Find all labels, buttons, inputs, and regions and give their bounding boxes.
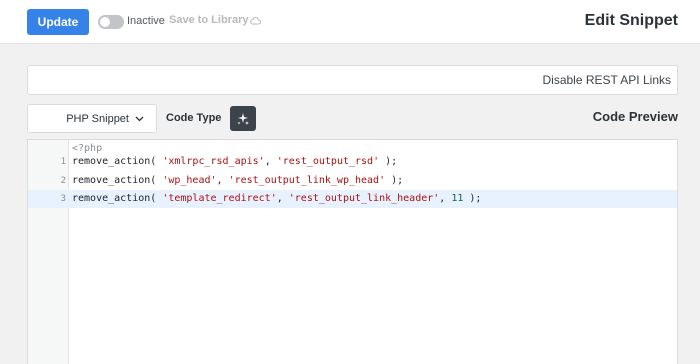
code-arg: 'xmlrpc_rsd_apis' — [162, 156, 265, 167]
code-line: 2 remove_action( 'wp_head', 'rest_output… — [28, 172, 677, 190]
code-fn: remove_action( — [72, 156, 157, 167]
code-editor[interactable]: <?php 1 remove_action( 'xmlrpc_rsd_apis'… — [27, 139, 678, 364]
code-text: remove_action( 'wp_head', 'rest_output_l… — [72, 175, 404, 186]
save-to-library-label: Save to Library — [169, 14, 249, 26]
snippet-title-input[interactable] — [27, 65, 678, 95]
chevron-down-icon — [135, 116, 144, 121]
active-toggle[interactable] — [98, 15, 124, 29]
code-line-active: 3 remove_action( 'template_redirect', 'r… — [28, 190, 677, 208]
smart-tags-button[interactable] — [230, 106, 256, 131]
code-arg: 'rest_output_rsd' — [276, 156, 380, 167]
cloud-icon — [250, 16, 262, 24]
code-type-selected: PHP Snippet — [66, 112, 129, 125]
top-bar: Update Inactive Save to Library Edit Sni… — [0, 0, 700, 44]
code-end: ); — [385, 156, 398, 167]
code-arg: 'wp_head' — [162, 175, 217, 186]
code-arg: 'template_redirect' — [162, 193, 277, 204]
code-preview-label: Code Preview — [592, 109, 678, 124]
line-number: 1 — [60, 157, 66, 167]
code-type-label: Code Type — [166, 112, 222, 124]
code-end: ); — [469, 193, 482, 204]
code-end: ); — [391, 175, 404, 186]
code-fn: remove_action( — [72, 175, 157, 186]
code-fn: remove_action( — [72, 193, 157, 204]
code-number: 11 — [451, 193, 464, 204]
code-arg: 'rest_output_link_header' — [288, 193, 440, 204]
save-to-library-button[interactable]: Save to Library — [169, 14, 262, 26]
code-type-select[interactable]: PHP Snippet — [27, 104, 157, 133]
page-title: Edit Snippet — [584, 12, 678, 29]
update-button[interactable]: Update — [27, 9, 89, 35]
code-text: remove_action( 'xmlrpc_rsd_apis', 'rest_… — [72, 156, 398, 167]
code-text: remove_action( 'template_redirect', 'res… — [72, 193, 482, 204]
line-number: 2 — [60, 176, 66, 186]
line-number: 3 — [60, 194, 66, 204]
code-line: 1 remove_action( 'xmlrpc_rsd_apis', 'res… — [28, 153, 677, 171]
status-label: Inactive — [127, 15, 165, 27]
toggle-icon — [100, 17, 110, 27]
code-arg: 'rest_output_link_wp_head' — [228, 175, 386, 186]
sparkle-icon — [237, 112, 249, 125]
